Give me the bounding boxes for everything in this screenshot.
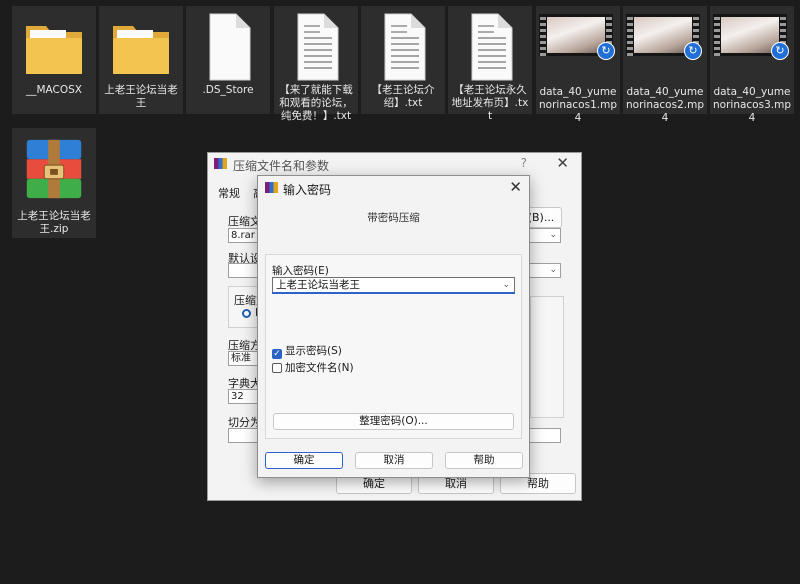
chevron-down-icon: ⌄ bbox=[549, 265, 557, 275]
file-label: data_40_yumenorinacos2.mp4 bbox=[626, 86, 704, 124]
password-help-button[interactable]: 帮助 bbox=[445, 452, 523, 469]
file-label: 【老王论坛介绍】.txt bbox=[371, 84, 435, 109]
close-icon[interactable]: ✕ bbox=[556, 154, 569, 172]
chevron-down-icon[interactable]: ⌄ bbox=[502, 278, 510, 292]
video-thumbnail: ↻ bbox=[539, 14, 615, 60]
organize-passwords-button[interactable]: 整理密码(O)... bbox=[273, 413, 514, 430]
text-file-icon bbox=[297, 13, 339, 81]
file-label: 【老王论坛永久地址发布页】.txt bbox=[451, 84, 529, 122]
checkmark-icon: ✓ bbox=[272, 349, 282, 359]
video-thumbnail: ↻ bbox=[713, 14, 789, 60]
show-password-checkbox[interactable]: ✓ 显示密码(S) bbox=[272, 345, 342, 359]
file-zip-archive[interactable]: 上老王论坛当老王.zip bbox=[12, 128, 96, 238]
sync-icon: ↻ bbox=[771, 42, 789, 60]
winrar-archive-icon bbox=[26, 139, 82, 199]
folder-icon bbox=[113, 26, 169, 74]
password-input[interactable]: 上老王论坛当老王 ⌄ bbox=[272, 277, 515, 294]
file-label: data_40_yumenorinacos1.mp4 bbox=[539, 86, 617, 124]
file-txt-free-forum[interactable]: 【来了就能下载和观看的论坛，纯免费！】.txt bbox=[274, 6, 358, 122]
split-unit-select[interactable] bbox=[528, 428, 561, 443]
encrypt-filenames-label: 加密文件名(N) bbox=[285, 362, 354, 374]
show-password-label: 显示密码(S) bbox=[285, 345, 342, 357]
compression-method-value: 标准 bbox=[231, 353, 251, 364]
close-icon[interactable]: ✕ bbox=[509, 178, 522, 196]
file-video-2[interactable]: ↻ data_40_yumenorinacos2.mp4 bbox=[623, 6, 707, 124]
file-video-3[interactable]: ↻ data_40_yumenorinacos3.mp4 bbox=[710, 6, 794, 124]
archive-dialog-titlebar[interactable]: 压缩文件名和参数 ? ✕ bbox=[208, 153, 581, 175]
password-value: 上老王论坛当老王 bbox=[276, 279, 360, 291]
options-group bbox=[530, 296, 564, 418]
file-label: .DS_Store bbox=[202, 84, 254, 96]
file-macosx-folder[interactable]: __MACOSX bbox=[12, 6, 96, 114]
help-icon[interactable]: ? bbox=[521, 156, 527, 170]
password-label: 输入密码(E) bbox=[272, 265, 329, 277]
winrar-icon bbox=[214, 158, 227, 169]
password-dialog-title: 输入密码 bbox=[283, 183, 332, 197]
checkbox-box-icon bbox=[272, 363, 282, 373]
video-thumbnail: ↻ bbox=[626, 14, 702, 60]
file-label: 上老王论坛当老王 bbox=[104, 84, 178, 109]
chevron-down-icon: ⌄ bbox=[549, 230, 557, 240]
winrar-icon bbox=[265, 182, 278, 193]
dictionary-size-value: 32 bbox=[231, 391, 244, 402]
archive-dialog-title: 压缩文件名和参数 bbox=[233, 159, 330, 173]
file-ds-store[interactable]: .DS_Store bbox=[186, 6, 270, 114]
password-ok-button[interactable]: 确定 bbox=[265, 452, 343, 469]
tab-general[interactable]: 常规 bbox=[218, 185, 240, 201]
password-dialog-heading: 带密码压缩 bbox=[367, 212, 420, 224]
archive-name-value: 8.rar bbox=[231, 230, 255, 241]
file-txt-intro[interactable]: 【老王论坛介绍】.txt bbox=[361, 6, 445, 114]
password-cancel-button[interactable]: 取消 bbox=[355, 452, 433, 469]
file-label: 【来了就能下载和观看的论坛，纯免费！】.txt bbox=[279, 84, 353, 122]
encrypt-filenames-checkbox[interactable]: 加密文件名(N) bbox=[272, 362, 354, 374]
file-video-1[interactable]: ↻ data_40_yumenorinacos1.mp4 bbox=[536, 6, 620, 124]
blank-file-icon bbox=[209, 13, 251, 81]
file-label: 上老王论坛当老王.zip bbox=[17, 210, 91, 235]
text-file-icon bbox=[384, 13, 426, 81]
file-label: data_40_yumenorinacos3.mp4 bbox=[713, 86, 791, 124]
format-radio[interactable] bbox=[242, 309, 251, 318]
sync-icon: ↻ bbox=[684, 42, 702, 60]
file-label: __MACOSX bbox=[25, 84, 82, 96]
text-file-icon bbox=[471, 13, 513, 81]
sync-icon: ↻ bbox=[597, 42, 615, 60]
file-txt-address[interactable]: 【老王论坛永久地址发布页】.txt bbox=[448, 6, 532, 122]
file-laowang-folder[interactable]: 上老王论坛当老王 bbox=[99, 6, 183, 114]
password-dialog-titlebar[interactable]: 输入密码 ✕ bbox=[258, 176, 529, 200]
enter-password-dialog: 输入密码 ✕ 带密码压缩 输入密码(E) 上老王论坛当老王 ⌄ ✓ 显示密码(S)… bbox=[257, 175, 530, 478]
folder-icon bbox=[26, 26, 82, 74]
